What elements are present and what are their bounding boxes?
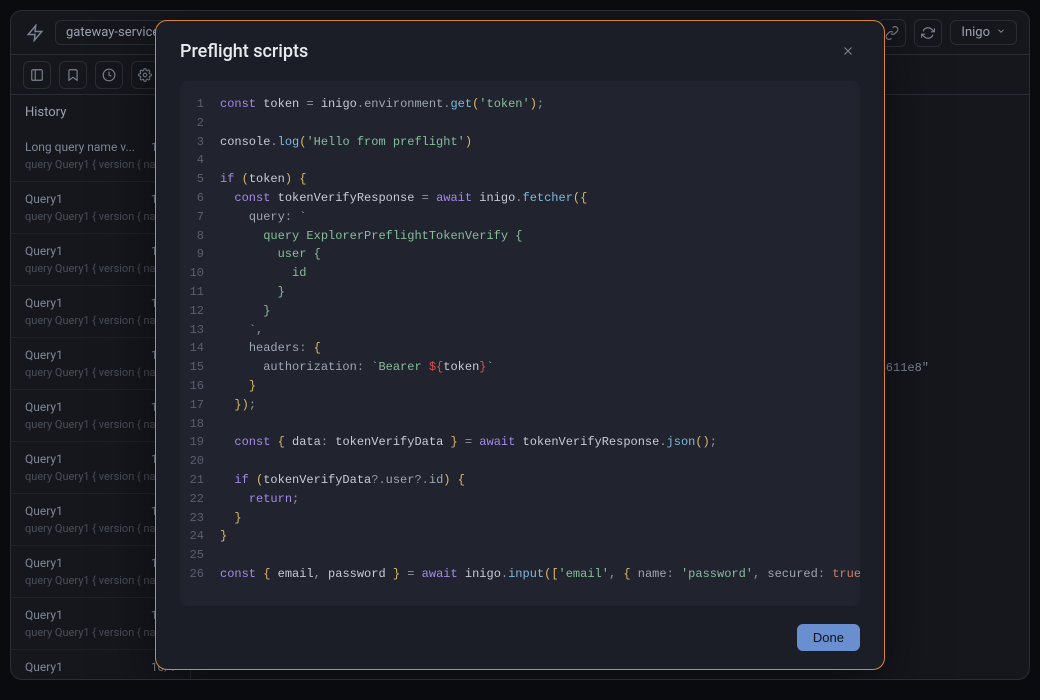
code-line: 10 id <box>180 264 860 283</box>
line-content: const { data: tokenVerifyData } = await … <box>220 433 717 452</box>
code-line: 24} <box>180 527 860 546</box>
line-content: const { email, password } = await inigo.… <box>220 565 860 584</box>
line-number: 2 <box>180 114 220 133</box>
line-number: 16 <box>180 377 220 396</box>
line-content: } <box>220 283 285 302</box>
code-line: 1const token = inigo.environment.get('to… <box>180 95 860 114</box>
code-line: 22 return; <box>180 490 860 509</box>
line-number: 13 <box>180 321 220 340</box>
code-line: 15 authorization: `Bearer ${token}` <box>180 358 860 377</box>
code-line: 20 <box>180 452 860 471</box>
line-content: query ExplorerPreflightTokenVerify { <box>220 227 522 246</box>
code-line: 7 query: ` <box>180 208 860 227</box>
code-line: 3console.log('Hello from preflight') <box>180 133 860 152</box>
line-content: headers: { <box>220 339 321 358</box>
close-button[interactable] <box>836 39 860 63</box>
code-line: 16 } <box>180 377 860 396</box>
line-number: 14 <box>180 339 220 358</box>
line-number: 18 <box>180 415 220 434</box>
line-number: 23 <box>180 509 220 528</box>
code-line: 14 headers: { <box>180 339 860 358</box>
code-editor[interactable]: 1const token = inigo.environment.get('to… <box>180 81 860 606</box>
code-line: 13 `, <box>180 321 860 340</box>
line-number: 4 <box>180 151 220 170</box>
preflight-modal: Preflight scripts 1const token = inigo.e… <box>155 20 885 670</box>
line-content: } <box>220 302 270 321</box>
line-content: return; <box>220 490 299 509</box>
line-number: 12 <box>180 302 220 321</box>
line-content: authorization: `Bearer ${token}` <box>220 358 494 377</box>
line-number: 21 <box>180 471 220 490</box>
modal-title: Preflight scripts <box>180 41 308 62</box>
code-line: 17 }); <box>180 396 860 415</box>
line-number: 25 <box>180 546 220 565</box>
line-number: 22 <box>180 490 220 509</box>
line-number: 7 <box>180 208 220 227</box>
line-number: 11 <box>180 283 220 302</box>
line-number: 3 <box>180 133 220 152</box>
line-number: 8 <box>180 227 220 246</box>
line-number: 10 <box>180 264 220 283</box>
line-number: 6 <box>180 189 220 208</box>
code-line: 18 <box>180 415 860 434</box>
code-line: 25 <box>180 546 860 565</box>
code-line: 4 <box>180 151 860 170</box>
line-content: const tokenVerifyResponse = await inigo.… <box>220 189 587 208</box>
modal-overlay: Preflight scripts 1const token = inigo.e… <box>11 11 1029 679</box>
line-number: 17 <box>180 396 220 415</box>
done-button[interactable]: Done <box>797 624 860 651</box>
line-content: const token = inigo.environment.get('tok… <box>220 95 544 114</box>
modal-footer: Done <box>156 624 884 669</box>
line-content: } <box>220 509 242 528</box>
line-content: }); <box>220 396 256 415</box>
code-line: 8 query ExplorerPreflightTokenVerify { <box>180 227 860 246</box>
code-line: 12 } <box>180 302 860 321</box>
line-content: query: ` <box>220 208 306 227</box>
code-line: 21 if (tokenVerifyData?.user?.id) { <box>180 471 860 490</box>
code-line: 26const { email, password } = await inig… <box>180 565 860 584</box>
line-content: if (token) { <box>220 170 306 189</box>
line-number: 20 <box>180 452 220 471</box>
line-content: } <box>220 377 256 396</box>
line-content: user { <box>220 245 321 264</box>
modal-header: Preflight scripts <box>156 21 884 63</box>
line-number: 15 <box>180 358 220 377</box>
code-line: 11 } <box>180 283 860 302</box>
code-line: 9 user { <box>180 245 860 264</box>
code-line: 23 } <box>180 509 860 528</box>
line-content: id <box>220 264 306 283</box>
line-number: 19 <box>180 433 220 452</box>
line-number: 1 <box>180 95 220 114</box>
line-content: } <box>220 527 227 546</box>
code-line: 19 const { data: tokenVerifyData } = awa… <box>180 433 860 452</box>
line-number: 24 <box>180 527 220 546</box>
code-line: 6 const tokenVerifyResponse = await inig… <box>180 189 860 208</box>
app-container: gateway-service prod InsightsObserveLibr… <box>10 10 1030 680</box>
line-number: 26 <box>180 565 220 584</box>
line-content: `, <box>220 321 263 340</box>
line-content: console.log('Hello from preflight') <box>220 133 472 152</box>
line-number: 9 <box>180 245 220 264</box>
code-line: 2 <box>180 114 860 133</box>
line-number: 5 <box>180 170 220 189</box>
line-content: if (tokenVerifyData?.user?.id) { <box>220 471 465 490</box>
code-line: 5if (token) { <box>180 170 860 189</box>
